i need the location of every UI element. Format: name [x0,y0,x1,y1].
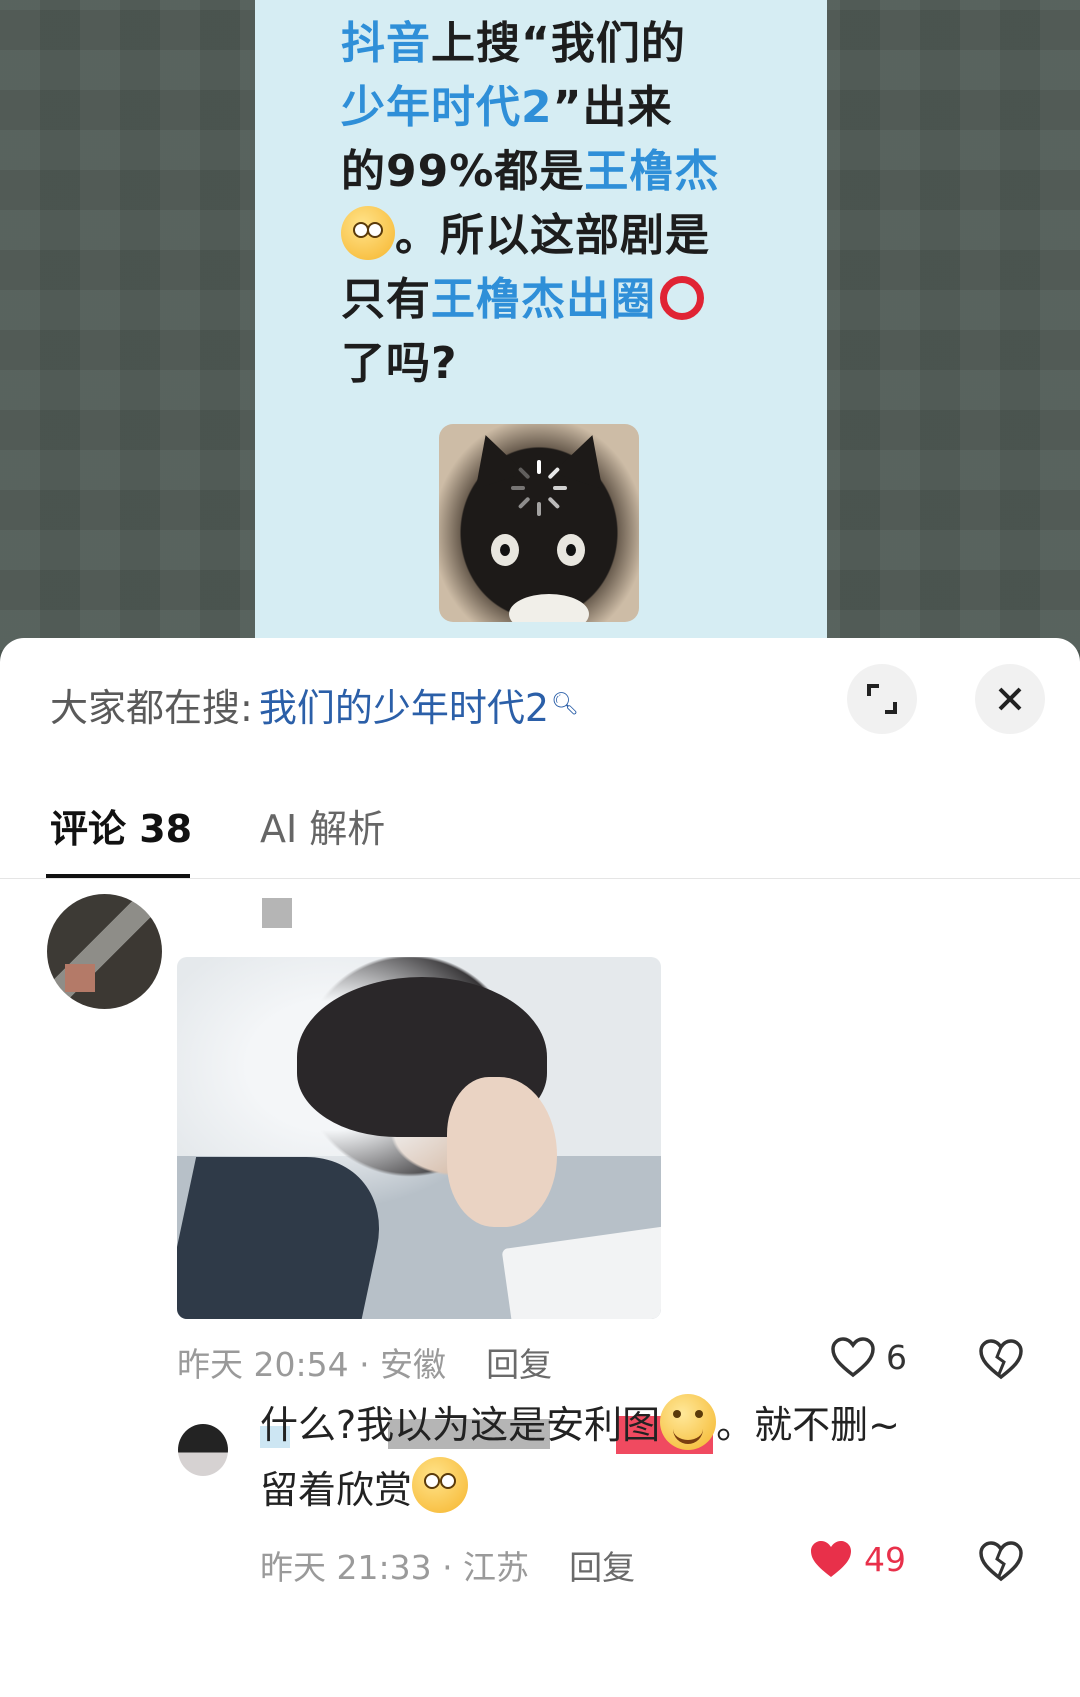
reply-text-part3: 留着欣赏 [260,1468,413,1512]
like-count: 49 [864,1539,906,1579]
dislike-button[interactable] [978,1540,1024,1586]
broken-heart-icon [979,1541,1023,1582]
post-text-actor-viral: 王橹杰出圈 [431,274,656,325]
heart-outline-icon [831,1337,875,1378]
post-image-card[interactable]: 抖音上搜“我们的 少年时代2”出来 的99%都是王橹杰 。所以这部剧是 只有王橹… [255,0,827,650]
tab-comments[interactable]: 评论 38 [50,798,192,853]
reply-text-part2: 。就不删~ [716,1403,901,1447]
trending-search-link[interactable]: 我们的少年时代2 [259,677,549,732]
post-text-line5: 只有 [341,274,431,325]
post-text-show-name: 少年时代2 [341,82,553,133]
reply-text-part1: 什么?我以为这是安利图 [260,1403,661,1447]
expand-button[interactable] [847,664,917,734]
post-text-line2: ”出来 [552,82,673,133]
post-text-douyin: 抖音 [341,18,431,69]
reply-button[interactable]: 回复 [486,1345,552,1384]
comment-meta: 昨天 20:54 · 安徽 回复 [177,1338,552,1386]
post-text-line6: 了吗? [341,338,458,389]
expand-icon [867,684,897,714]
loading-spinner-icon [511,460,567,516]
trending-search-label: 大家都在搜: [50,685,253,730]
comment-sheet: 大家都在搜: 我们的少年时代2 🔍︎ 评论 38 AI 解析 昨天 20:54 … [0,638,1080,1697]
reply-button[interactable]: 回复 [569,1548,635,1587]
username-censored[interactable] [262,898,292,928]
close-button[interactable] [975,664,1045,734]
cat-loading-meme-image [439,424,639,622]
broken-heart-icon [979,1339,1023,1380]
red-circle-icon [660,276,704,320]
post-text-actor: 王橹杰 [584,146,720,197]
replier-avatar[interactable] [178,1424,228,1476]
comment-date-location: 昨天 20:54 · 安徽 [177,1345,447,1384]
search-icon: 🔍︎ [551,691,579,717]
video-background: 抖音上搜“我们的 少年时代2”出来 的99%都是王橹杰 。所以这部剧是 只有王橹… [0,0,1080,650]
active-tab-indicator [46,874,190,878]
like-button[interactable]: 6 [830,1336,907,1378]
post-text-line1: 上搜“我们的 [431,18,686,69]
post-caption-text: 抖音上搜“我们的 少年时代2”出来 的99%都是王橹杰 。所以这部剧是 只有王橹… [341,12,741,396]
post-text-line4: 。所以这部剧是 [395,210,710,261]
thinking-emoji-icon [341,206,395,260]
close-icon [998,687,1022,711]
smile-emoji-icon [660,1394,717,1450]
reply-date-location: 昨天 21:33 · 江苏 [260,1548,530,1587]
trending-search-bar[interactable]: 大家都在搜: 我们的少年时代2 🔍︎ [50,674,579,734]
tab-ai-analysis[interactable]: AI 解析 [260,798,385,853]
comment-image[interactable] [177,957,661,1319]
thinking-emoji-icon [412,1457,469,1513]
heart-filled-icon [811,1541,851,1577]
dislike-button[interactable] [978,1338,1024,1384]
post-text-line3: 的99%都是 [341,146,585,197]
comment-tabs: 评论 38 AI 解析 [0,788,1080,879]
like-count: 6 [886,1337,907,1377]
like-button-active[interactable]: 49 [808,1538,906,1580]
reply-text: 什么?我以为这是安利图 。就不删~ 留着欣赏 [260,1393,1040,1522]
reply-meta: 昨天 21:33 · 江苏 回复 [260,1541,635,1589]
commenter-avatar[interactable] [47,894,162,1009]
